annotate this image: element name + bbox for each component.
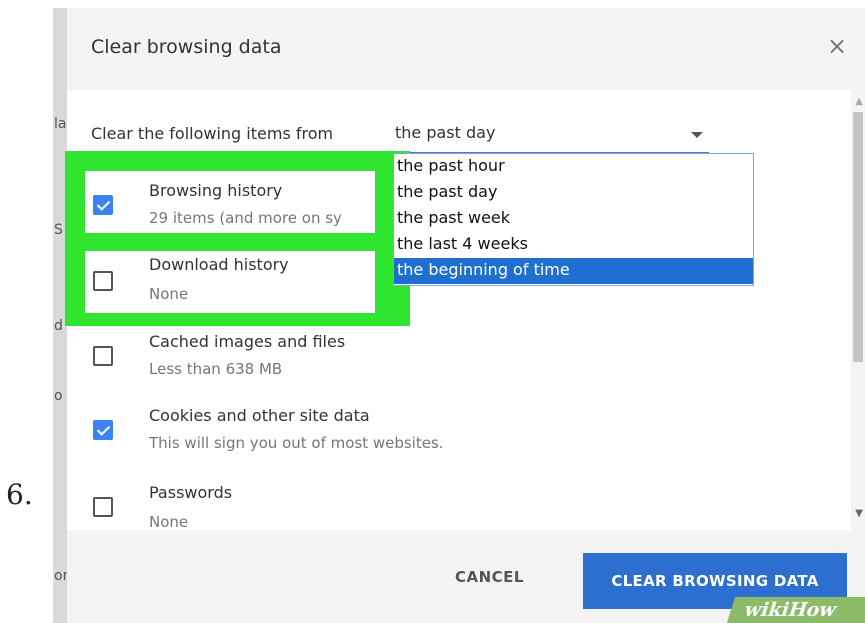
- background-fragment: d: [54, 318, 63, 334]
- dialog-title: Clear browsing data: [91, 36, 282, 58]
- passwords-checkbox[interactable]: [93, 497, 113, 517]
- item-row-browsing-history[interactable]: Browsing history 29 items (and more on s…: [85, 171, 375, 231]
- background-fragment: la: [54, 116, 67, 132]
- green-highlight-annotation: Browsing history 29 items (and more on s…: [65, 151, 410, 326]
- item-subtitle: 29 items (and more on sy: [149, 209, 342, 227]
- highlight-window-download-history: Download history None: [85, 251, 375, 313]
- time-range-dropdown-list: the past hour the past day the past week…: [393, 153, 754, 286]
- background-fragment: S: [54, 222, 63, 238]
- item-subtitle: None: [149, 513, 189, 529]
- time-range-select[interactable]: the past day: [393, 118, 709, 154]
- item-subtitle: Less than 638 MB: [149, 360, 283, 378]
- item-row-download-history[interactable]: Download history None: [85, 251, 375, 311]
- dropdown-arrow-icon: [691, 132, 703, 138]
- item-subtitle: None: [149, 285, 189, 303]
- time-range-selected-value: the past day: [395, 123, 496, 142]
- time-range-label: Clear the following items from: [91, 124, 334, 143]
- scroll-down-arrow-icon[interactable]: ▼: [855, 508, 863, 519]
- item-title: Cached images and files: [149, 332, 346, 351]
- item-subtitle: This will sign you out of most websites.: [149, 434, 444, 452]
- dropdown-option[interactable]: the last 4 weeks: [394, 232, 753, 258]
- background-fragment: o: [54, 388, 63, 404]
- cookies-checkbox[interactable]: [93, 420, 113, 440]
- item-title: Cookies and other site data: [149, 406, 370, 425]
- dropdown-option[interactable]: the past week: [394, 206, 753, 232]
- close-icon[interactable]: ×: [823, 32, 851, 60]
- item-title: Download history: [149, 255, 289, 274]
- watermark-text: wikiHow: [741, 599, 840, 621]
- scrollbar-thumb[interactable]: [853, 112, 863, 362]
- cached-images-checkbox[interactable]: [93, 346, 113, 366]
- screenshot-frame: la S d o or Clear browsing data × ▲ ▼ Cl…: [53, 8, 865, 623]
- highlight-window-browsing-history: Browsing history 29 items (and more on s…: [85, 171, 375, 233]
- dropdown-option[interactable]: the past hour: [394, 154, 753, 180]
- dropdown-option-selected[interactable]: the beginning of time: [394, 258, 753, 284]
- download-history-checkbox[interactable]: [93, 271, 113, 291]
- cancel-button[interactable]: CANCEL: [455, 568, 524, 586]
- scroll-up-arrow-icon[interactable]: ▲: [855, 96, 863, 107]
- wikihow-watermark: wikiHow: [726, 597, 865, 623]
- item-row-cached-images[interactable]: Cached images and files Less than 638 MB: [67, 330, 397, 390]
- item-title: Passwords: [149, 483, 233, 502]
- step-number: 6.: [6, 478, 33, 511]
- clear-browsing-data-dialog: Clear browsing data × ▲ ▼ Clear the foll…: [65, 8, 865, 623]
- browsing-history-checkbox[interactable]: [93, 195, 113, 215]
- dropdown-option[interactable]: the past day: [394, 180, 753, 206]
- item-title: Browsing history: [149, 181, 283, 200]
- item-row-cookies[interactable]: Cookies and other site data This will si…: [67, 404, 587, 464]
